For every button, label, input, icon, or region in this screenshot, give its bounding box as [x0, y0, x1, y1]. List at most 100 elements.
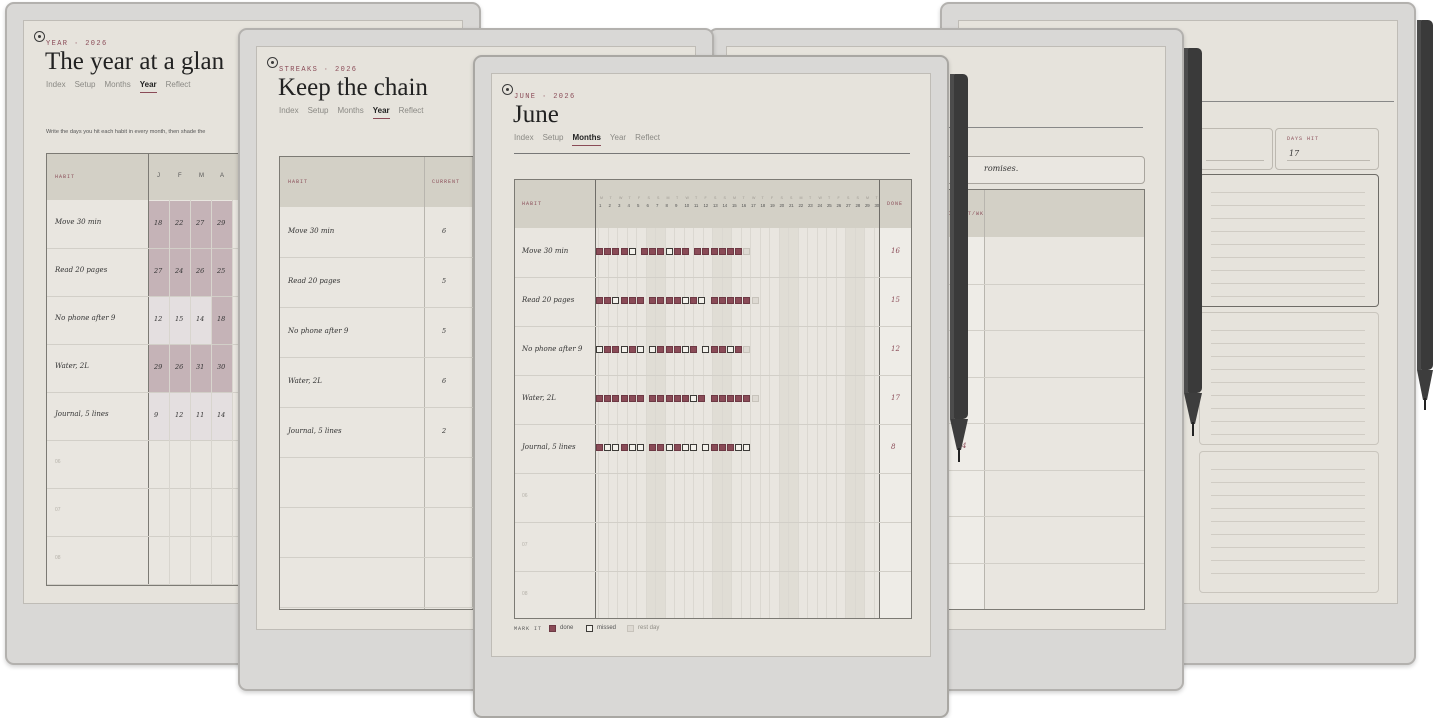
habit-done-square[interactable]: [698, 395, 706, 402]
habit-done-square[interactable]: [718, 444, 726, 451]
nav-tab-year[interactable]: Year: [139, 80, 157, 93]
nav-tab-index[interactable]: Index: [279, 106, 299, 119]
habit-done-square[interactable]: [718, 248, 726, 255]
year-day-count[interactable]: 29: [154, 363, 162, 371]
habit-done-square[interactable]: [710, 297, 718, 304]
year-day-count[interactable]: 31: [196, 363, 204, 371]
year-day-count[interactable]: 29: [217, 219, 225, 227]
habit-missed-square[interactable]: [743, 444, 751, 451]
habit-done-square[interactable]: [604, 346, 612, 353]
habit-missed-square[interactable]: [682, 297, 689, 304]
habit-done-square[interactable]: [657, 444, 665, 451]
habit-missed-square[interactable]: [682, 444, 689, 451]
year-day-count[interactable]: 14: [196, 315, 204, 323]
habit-done-square[interactable]: [673, 444, 681, 451]
nav-tab-months[interactable]: Months: [337, 106, 363, 119]
habit-missed-square[interactable]: [628, 248, 636, 255]
habit-missed-square[interactable]: [698, 297, 706, 304]
habit-done-square[interactable]: [702, 248, 710, 255]
habit-done-square[interactable]: [727, 444, 734, 451]
habit-missed-square[interactable]: [620, 346, 628, 353]
habit-done-square[interactable]: [628, 297, 636, 304]
habit-done-square[interactable]: [710, 444, 718, 451]
year-day-count[interactable]: 15: [175, 315, 183, 323]
habit-done-square[interactable]: [641, 248, 648, 255]
habit-done-square[interactable]: [727, 297, 734, 304]
year-shade-cell[interactable]: [149, 393, 169, 440]
reflect-notes-box-1[interactable]: [1199, 174, 1379, 307]
nav-tab-reflect[interactable]: Reflect: [166, 80, 191, 93]
year-day-count[interactable]: 30: [217, 363, 225, 371]
year-day-count[interactable]: 22: [175, 219, 183, 227]
habit-done-square[interactable]: [628, 346, 636, 353]
year-day-count[interactable]: 18: [154, 219, 162, 227]
habit-done-square[interactable]: [620, 297, 628, 304]
habit-done-square[interactable]: [743, 297, 751, 304]
habit-missed-square[interactable]: [702, 346, 710, 353]
menu-circle-icon[interactable]: [34, 31, 45, 42]
habit-done-square[interactable]: [690, 297, 698, 304]
habit-done-square[interactable]: [620, 248, 628, 255]
habit-done-square[interactable]: [710, 346, 718, 353]
habit-done-square[interactable]: [665, 346, 673, 353]
habit-done-square[interactable]: [612, 346, 620, 353]
year-day-count[interactable]: 24: [175, 267, 183, 275]
nav-tab-index[interactable]: Index: [514, 133, 534, 146]
habit-done-square[interactable]: [612, 248, 620, 255]
nav-tab-months[interactable]: Months: [104, 80, 130, 93]
habit-missed-square[interactable]: [682, 346, 689, 353]
habit-done-square[interactable]: [727, 248, 734, 255]
year-day-count[interactable]: 14: [217, 411, 225, 419]
nav-tab-reflect[interactable]: Reflect: [399, 106, 424, 119]
nav-tab-setup[interactable]: Setup: [543, 133, 564, 146]
habit-done-square[interactable]: [604, 248, 612, 255]
streaks-current-value[interactable]: 5: [442, 277, 446, 285]
nav-tab-setup[interactable]: Setup: [75, 80, 96, 93]
habit-done-square[interactable]: [628, 395, 636, 402]
habit-done-square[interactable]: [620, 444, 628, 451]
habit-missed-square[interactable]: [612, 444, 620, 451]
habit-done-square[interactable]: [665, 297, 673, 304]
year-day-count[interactable]: 9: [154, 411, 158, 419]
habit-done-square[interactable]: [596, 395, 603, 402]
year-day-count[interactable]: 25: [217, 267, 225, 275]
days-hit-value[interactable]: 17: [1289, 149, 1299, 158]
habit-done-square[interactable]: [682, 395, 689, 402]
habit-missed-square[interactable]: [596, 346, 603, 353]
habit-done-square[interactable]: [612, 395, 620, 402]
habit-done-square[interactable]: [649, 444, 657, 451]
habit-missed-square[interactable]: [665, 248, 673, 255]
habit-done-square[interactable]: [694, 248, 702, 255]
streaks-current-value[interactable]: 2: [442, 427, 446, 435]
habit-done-square[interactable]: [604, 297, 612, 304]
habit-done-square[interactable]: [673, 248, 681, 255]
habit-missed-square[interactable]: [665, 444, 673, 451]
habit-done-square[interactable]: [743, 395, 751, 402]
habit-missed-square[interactable]: [690, 444, 698, 451]
year-day-count[interactable]: 18: [217, 315, 225, 323]
habit-done-square[interactable]: [735, 248, 743, 255]
habit-rest-square[interactable]: [743, 248, 751, 255]
habit-done-square[interactable]: [735, 395, 743, 402]
habit-done-square[interactable]: [620, 395, 628, 402]
habit-done-square[interactable]: [596, 297, 603, 304]
habit-done-square[interactable]: [718, 346, 726, 353]
habit-missed-square[interactable]: [735, 444, 743, 451]
habit-done-square[interactable]: [735, 346, 743, 353]
habit-missed-square[interactable]: [604, 444, 612, 451]
habit-done-square[interactable]: [710, 248, 718, 255]
menu-circle-icon[interactable]: [502, 84, 513, 95]
nav-tab-setup[interactable]: Setup: [308, 106, 329, 119]
habit-done-square[interactable]: [657, 395, 665, 402]
habit-done-square[interactable]: [690, 346, 698, 353]
habit-done-square[interactable]: [735, 297, 743, 304]
habit-missed-square[interactable]: [637, 346, 644, 353]
habit-done-square[interactable]: [649, 297, 657, 304]
habit-rest-square[interactable]: [751, 395, 759, 402]
habit-done-square[interactable]: [596, 444, 603, 451]
nav-tab-index[interactable]: Index: [46, 80, 66, 93]
year-day-count[interactable]: 26: [196, 267, 204, 275]
habit-done-square[interactable]: [637, 395, 644, 402]
habit-rest-square[interactable]: [743, 346, 751, 353]
year-day-count[interactable]: 27: [154, 267, 162, 275]
